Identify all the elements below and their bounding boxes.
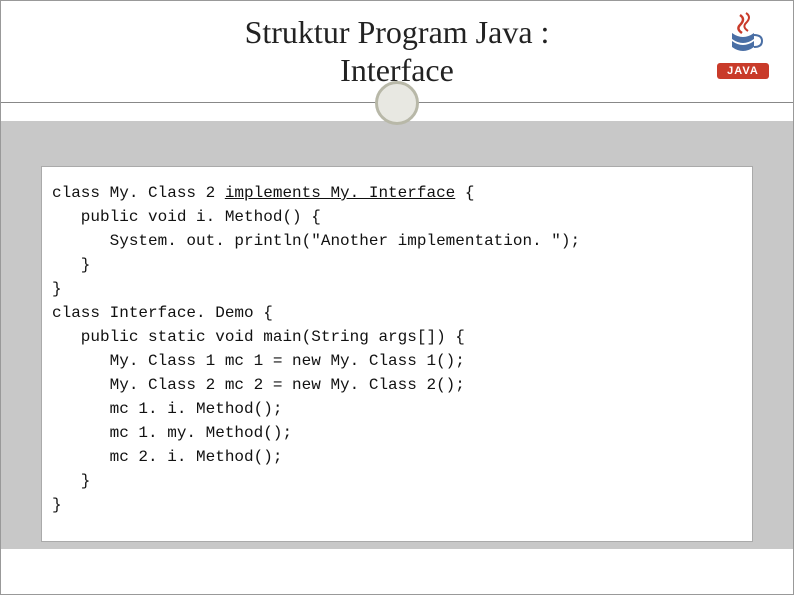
code-line-10: mc 1. i. Method(); [52, 400, 282, 418]
code-line-6: class Interface. Demo { [52, 304, 273, 322]
code-line-3: System. out. println("Another implementa… [52, 232, 580, 250]
decorative-circle [375, 81, 419, 125]
code-line-14: } [52, 496, 62, 514]
code-line-9: My. Class 2 mc 2 = new My. Class 2(); [52, 376, 465, 394]
code-line-12: mc 2. i. Method(); [52, 448, 282, 466]
code-line-7: public static void main(String args[]) { [52, 328, 465, 346]
code-block: class My. Class 2 implements My. Interfa… [41, 166, 753, 542]
java-cup-icon [722, 11, 764, 59]
code-line-5: } [52, 280, 62, 298]
code-line-11: mc 1. my. Method(); [52, 424, 292, 442]
header-area: Struktur Program Java : Interface JAVA [1, 1, 793, 121]
slide-title: Struktur Program Java : Interface [1, 1, 793, 90]
code-line-1a: class My. Class 2 [52, 184, 225, 202]
slide-container: Struktur Program Java : Interface JAVA c… [0, 0, 794, 595]
code-line-1c: { [455, 184, 474, 202]
java-logo-text: JAVA [717, 63, 769, 79]
title-line-1: Struktur Program Java : [245, 14, 550, 50]
code-line-8: My. Class 1 mc 1 = new My. Class 1(); [52, 352, 465, 370]
code-keyword-implements: implements My. Interface [225, 184, 455, 202]
code-line-13: } [52, 472, 90, 490]
java-logo: JAVA [707, 11, 779, 101]
code-line-2: public void i. Method() { [52, 208, 321, 226]
footer-area [1, 549, 793, 594]
code-line-4: } [52, 256, 90, 274]
